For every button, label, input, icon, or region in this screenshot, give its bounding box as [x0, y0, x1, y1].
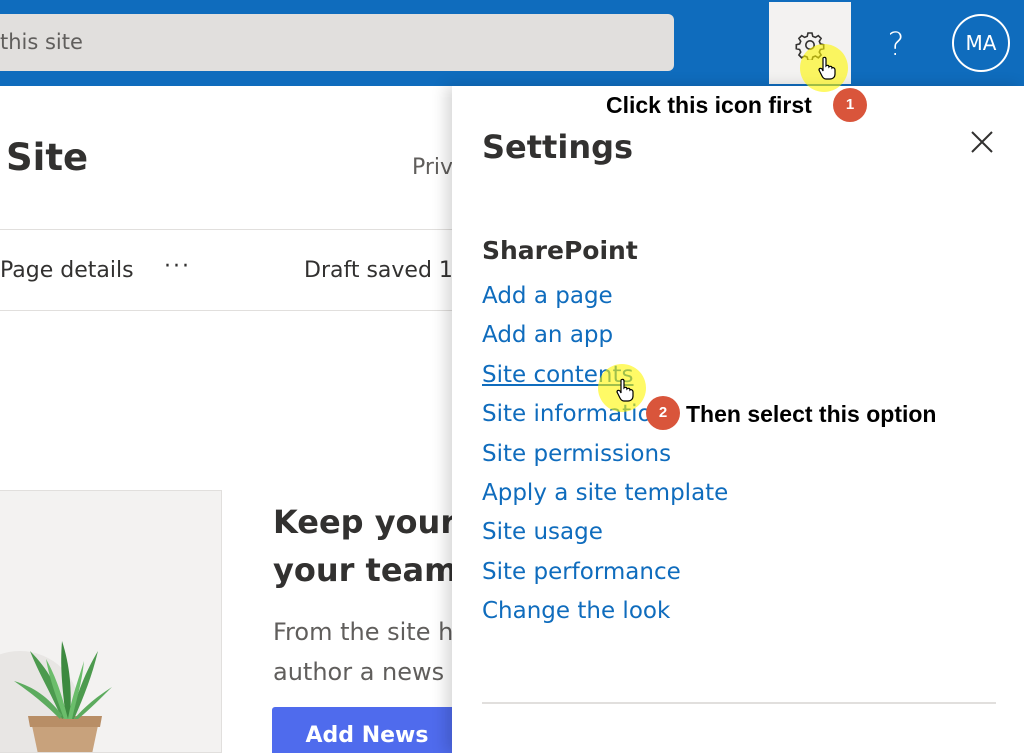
command-bar-divider	[0, 229, 452, 230]
settings-menu: Add a page Add an app Site contents Site…	[482, 281, 728, 636]
step1-badge: 1	[833, 88, 867, 122]
suite-bar: this site ? MA	[0, 0, 1024, 86]
hand-cursor-icon	[818, 56, 836, 80]
menu-item-add-page[interactable]: Add a page	[482, 281, 728, 320]
menu-item-apply-site-template[interactable]: Apply a site template	[482, 478, 728, 517]
add-news-button[interactable]: Add News	[272, 707, 462, 753]
news-heading-line: your team :	[273, 551, 463, 589]
step2-badge: 2	[646, 396, 680, 430]
hand-cursor-icon	[616, 378, 634, 402]
menu-item-add-app[interactable]: Add an app	[482, 320, 728, 359]
more-options-button[interactable]: ···	[164, 254, 191, 279]
menu-item-site-permissions[interactable]: Site permissions	[482, 439, 728, 478]
step1-callout: Click this icon first	[606, 92, 812, 118]
search-input[interactable]: this site	[0, 14, 674, 71]
settings-title: Settings	[482, 128, 634, 166]
menu-item-site-usage[interactable]: Site usage	[482, 517, 728, 556]
news-body-line: From the site h	[273, 618, 454, 646]
panel-divider	[482, 702, 996, 704]
news-heading: Keep your t your team :	[273, 498, 463, 594]
news-illustration	[0, 490, 222, 753]
command-bar-divider	[0, 310, 452, 311]
sharepoint-section-heading: SharePoint	[482, 236, 638, 265]
menu-item-site-performance[interactable]: Site performance	[482, 557, 728, 596]
news-heading-line: Keep your t	[273, 503, 463, 541]
draft-status: Draft saved 1	[304, 258, 453, 283]
news-body: From the site h author a news	[273, 612, 463, 692]
step2-callout: Then select this option	[686, 401, 937, 427]
close-icon[interactable]	[970, 130, 994, 154]
page-details-button[interactable]: Page details	[0, 258, 134, 283]
news-body-line: author a news	[273, 658, 445, 686]
plant-illustration	[0, 641, 112, 752]
help-icon[interactable]: ?	[880, 24, 912, 64]
page-title: Site	[6, 136, 89, 179]
avatar[interactable]: MA	[952, 14, 1010, 72]
privacy-label: Priv	[412, 155, 454, 180]
menu-item-change-the-look[interactable]: Change the look	[482, 596, 728, 635]
